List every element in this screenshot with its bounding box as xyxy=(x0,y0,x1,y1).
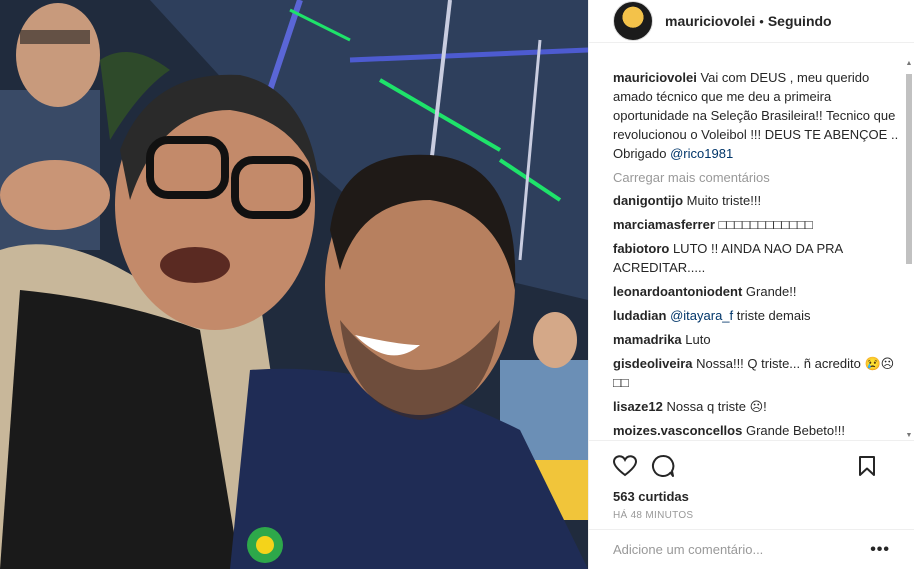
comment-item: leonardoantoniodent Grande!! xyxy=(613,282,906,301)
comment-username[interactable]: marciamasferrer xyxy=(613,217,715,232)
comment-item: moizes.vasconcellos Grande Bebeto!!! xyxy=(613,421,906,440)
post-photo[interactable] xyxy=(0,0,588,569)
heart-icon[interactable] xyxy=(613,455,637,477)
more-options-icon[interactable]: ••• xyxy=(870,541,890,559)
comment-text: Grande!! xyxy=(745,284,797,299)
comment-text: triste demais xyxy=(736,308,811,323)
comments-scrollbar[interactable]: ▲ ▼ xyxy=(905,60,913,440)
comment-username[interactable]: leonardoantoniodent xyxy=(613,284,742,299)
comment-item: danigontijo Muito triste!!! xyxy=(613,191,906,210)
comment-username[interactable]: fabiotoro xyxy=(613,241,669,256)
bookmark-icon[interactable] xyxy=(858,455,876,477)
instagram-post: mauriciovolei • Seguindo mauriciovolei V… xyxy=(0,0,914,569)
comment-text: Nossa q triste ☹! xyxy=(666,399,767,414)
comments-list: mauriciovolei Vai com DEUS , meu querido… xyxy=(613,68,906,440)
comment-username[interactable]: moizes.vasconcellos xyxy=(613,423,742,438)
post-timestamp: HÁ 48 MINUTOS xyxy=(613,510,694,521)
comment-bubble-icon[interactable] xyxy=(651,454,675,478)
scroll-up-arrow-icon[interactable]: ▲ xyxy=(905,60,913,68)
comment-text: Luto xyxy=(685,332,711,347)
post-side-panel: mauriciovolei • Seguindo mauriciovolei V… xyxy=(588,0,914,569)
header-username[interactable]: mauriciovolei xyxy=(665,13,755,29)
comment-text: Grande Bebeto!!! xyxy=(745,423,845,438)
comment-text: Muito triste!!! xyxy=(686,193,762,208)
comment-username[interactable]: gisdeoliveira xyxy=(613,356,692,371)
comment-mention[interactable]: @itayara_f xyxy=(670,308,733,323)
follow-status-button[interactable]: Seguindo xyxy=(768,13,832,29)
comment-item: mamadrika Luto xyxy=(613,330,906,349)
comment-item: ludadian @itayara_f triste demais xyxy=(613,306,906,325)
comment-username[interactable]: danigontijo xyxy=(613,193,683,208)
add-comment-bar: ••• xyxy=(589,529,914,569)
comment-item: gisdeoliveira Nossa!!! Q triste... ñ acr… xyxy=(613,354,906,392)
comment-item: lisaze12 Nossa q triste ☹! xyxy=(613,397,906,416)
comment-input[interactable] xyxy=(613,542,871,557)
caption-mention[interactable]: @rico1981 xyxy=(670,146,733,161)
scrollbar-thumb[interactable] xyxy=(906,74,912,264)
comment-item: marciamasferrer □□□□□□□□□□□□ xyxy=(613,215,906,234)
likes-count[interactable]: 563 curtidas xyxy=(613,489,890,504)
photo-illustration xyxy=(0,0,588,569)
comment-item: fabiotoro LUTO !! AINDA NAO DA PRA ACRED… xyxy=(613,239,906,277)
action-icons-row xyxy=(613,451,890,481)
avatar[interactable] xyxy=(613,1,653,41)
load-more-comments-button[interactable]: Carregar mais comentários xyxy=(613,169,906,187)
comment-text: □□□□□□□□□□□□ xyxy=(718,217,813,232)
post-header: mauriciovolei • Seguindo xyxy=(589,0,914,43)
comment-username[interactable]: lisaze12 xyxy=(613,399,663,414)
post-caption: mauriciovolei Vai com DEUS , meu querido… xyxy=(613,68,906,163)
header-separator: • xyxy=(759,13,764,29)
scroll-down-arrow-icon[interactable]: ▼ xyxy=(905,432,913,440)
post-actions: 563 curtidas HÁ 48 MINUTOS xyxy=(589,440,914,530)
comment-username[interactable]: mamadrika xyxy=(613,332,682,347)
caption-username[interactable]: mauriciovolei xyxy=(613,70,697,85)
comment-username[interactable]: ludadian xyxy=(613,308,666,323)
